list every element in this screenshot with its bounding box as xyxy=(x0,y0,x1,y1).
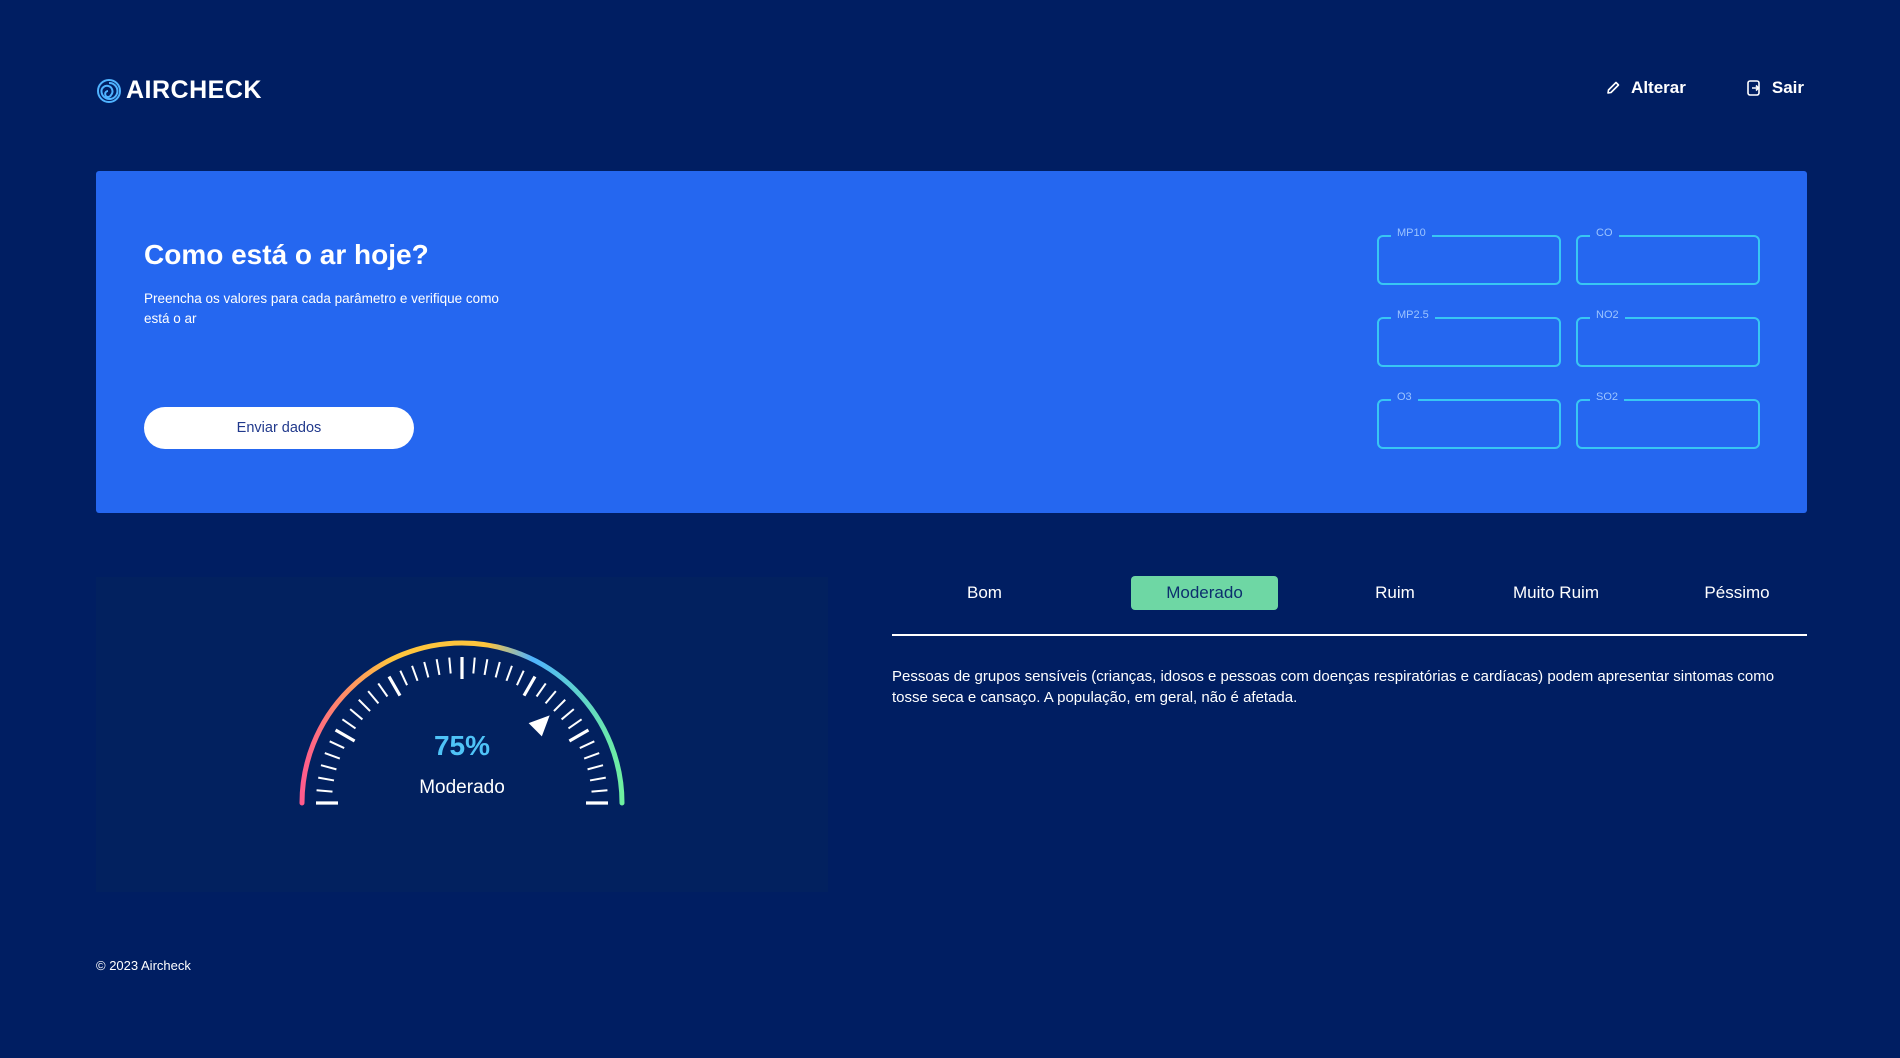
gauge-tick xyxy=(522,675,537,697)
gauge-tick xyxy=(560,708,575,721)
gauge-tick xyxy=(320,764,337,771)
gauge-tick xyxy=(316,789,333,793)
swirl-logo-icon xyxy=(97,78,121,103)
gauge-tick xyxy=(553,699,566,712)
tab-moderado[interactable]: Moderado xyxy=(1131,576,1278,610)
gauge-tick xyxy=(367,690,380,705)
gauge: 75% Moderado xyxy=(299,640,625,806)
gauge-tick xyxy=(387,675,402,697)
mp25-field[interactable]: MP2.5 xyxy=(1377,309,1561,367)
mp10-field[interactable]: MP10 xyxy=(1377,227,1561,285)
no2-label: NO2 xyxy=(1590,309,1625,321)
so2-field[interactable]: SO2 xyxy=(1576,391,1760,449)
gauge-tick xyxy=(505,665,513,682)
gauge-tick xyxy=(324,752,341,760)
page-title: Como está o ar hoje? xyxy=(144,239,429,270)
co-input[interactable] xyxy=(1586,245,1750,275)
gauge-percent: 75% xyxy=(434,730,490,761)
gauge-tick xyxy=(587,764,604,771)
gauge-tick xyxy=(448,657,452,674)
tab-bom[interactable]: Bom xyxy=(942,576,1027,610)
category-tabs: Bom Moderado Ruim Muito Ruim Péssimo xyxy=(892,576,1807,636)
mp25-label: MP2.5 xyxy=(1391,309,1435,321)
gauge-tick xyxy=(334,728,356,743)
co-label: CO xyxy=(1590,227,1619,239)
gauge-tick xyxy=(318,776,335,782)
air-input-panel: Como está o ar hoje? Preencha os valores… xyxy=(96,171,1807,513)
gauge-tick xyxy=(411,665,419,682)
o3-input[interactable] xyxy=(1387,409,1551,439)
gauge-tick xyxy=(349,708,364,721)
gauge-tick xyxy=(423,661,430,678)
no2-input[interactable] xyxy=(1586,327,1750,357)
mp10-label: MP10 xyxy=(1391,227,1432,239)
footer-copyright: © 2023 Aircheck xyxy=(96,958,191,973)
tab-muito-ruim[interactable]: Muito Ruim xyxy=(1501,576,1611,610)
header-nav: Alterar Sair xyxy=(1605,78,1804,98)
gauge-tick xyxy=(544,690,557,705)
gauge-tick xyxy=(358,699,371,712)
no2-field[interactable]: NO2 xyxy=(1576,309,1760,367)
o3-label: O3 xyxy=(1391,391,1418,403)
gauge-tick xyxy=(516,670,525,686)
gauge-tick xyxy=(341,718,357,730)
air-quality-gauge-card: 75% Moderado xyxy=(96,577,828,892)
gauge-tick xyxy=(568,728,590,743)
edit-button[interactable]: Alterar xyxy=(1605,78,1686,98)
logo[interactable]: AIRCHECK xyxy=(96,76,262,105)
mp25-input[interactable] xyxy=(1387,327,1551,357)
o3-field[interactable]: O3 xyxy=(1377,391,1561,449)
gauge-tick xyxy=(591,789,608,793)
logo-text: AIRCHECK xyxy=(126,76,262,104)
so2-label: SO2 xyxy=(1590,391,1625,403)
page-subtitle: Preencha os valores para cada parâmetro … xyxy=(144,291,499,326)
header: AIRCHECK Alterar Sair xyxy=(96,72,1804,110)
gauge-tick xyxy=(583,752,600,760)
gauge-tick xyxy=(399,670,408,686)
gauge-tick xyxy=(579,740,595,749)
logout-label: Sair xyxy=(1771,78,1804,97)
tab-pessimo[interactable]: Péssimo xyxy=(1692,576,1782,610)
pencil-icon xyxy=(1607,81,1620,94)
submit-button[interactable]: Enviar dados xyxy=(144,407,414,449)
gauge-tick xyxy=(589,776,606,782)
co-field[interactable]: CO xyxy=(1576,227,1760,285)
logout-icon xyxy=(1747,80,1760,96)
gauge-tick xyxy=(435,659,441,676)
so2-input[interactable] xyxy=(1586,409,1750,439)
gauge-tick xyxy=(567,718,583,730)
gauge-tick xyxy=(535,682,547,698)
category-description: Pessoas de grupos sensíveis (crianças, i… xyxy=(892,668,1775,706)
gauge-tick xyxy=(472,657,476,674)
gauge-tick xyxy=(483,659,489,676)
mp10-input[interactable] xyxy=(1387,245,1551,275)
logout-button[interactable]: Sair xyxy=(1746,78,1804,98)
gauge-status: Moderado xyxy=(419,777,505,798)
gauge-tick xyxy=(377,682,389,698)
edit-label: Alterar xyxy=(1631,78,1686,97)
gauge-pointer xyxy=(528,715,550,737)
gauge-tick xyxy=(329,740,345,749)
gauge-tick xyxy=(494,661,501,678)
tab-ruim[interactable]: Ruim xyxy=(1360,576,1430,610)
